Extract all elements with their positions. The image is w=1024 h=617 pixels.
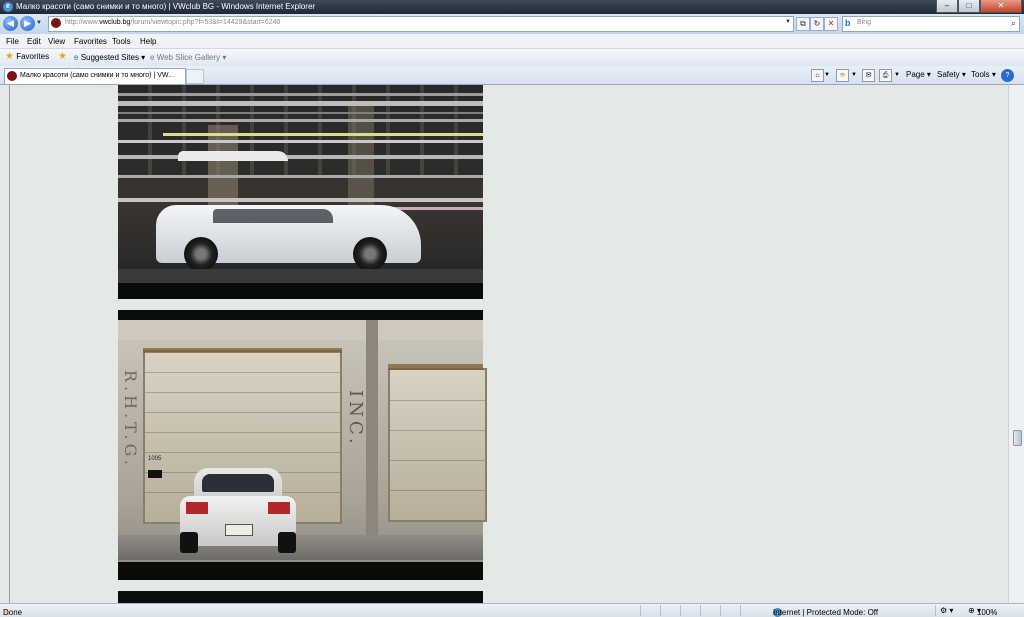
web-slice-gallery-label: Web Slice Gallery	[156, 53, 221, 62]
status-bar: ⚠ Done Internet | Protected Mode: Off ⚙ …	[0, 603, 1024, 617]
ie-site-icon: e	[74, 53, 79, 62]
ie-logo-icon: e	[3, 2, 13, 12]
back-button[interactable]: ◀	[3, 16, 18, 31]
wall-lettering-right: INC.	[345, 390, 366, 448]
tab-favicon-icon	[7, 71, 17, 81]
navigation-bar: ◀ ▶ ▼ http://www.vwclub.bg/forum/viewtop…	[0, 14, 1024, 34]
post-photo-next	[118, 591, 483, 603]
star-icon: ★	[5, 51, 14, 62]
url-domain: vwclub.bg	[99, 19, 131, 26]
menu-edit[interactable]: Edit	[27, 37, 41, 46]
home-icon[interactable]: ⌂	[811, 69, 824, 82]
safety-menu[interactable]: Safety ▾	[937, 70, 966, 79]
tools-menu-label: Tools	[971, 70, 990, 79]
scrollbar-thumb[interactable]	[1013, 430, 1022, 446]
tools-menu[interactable]: Tools ▾	[971, 70, 996, 79]
tab-active[interactable]: Малко красоти (само снимки и то много) |…	[4, 68, 186, 84]
help-icon[interactable]: ?	[1001, 69, 1014, 82]
address-bar[interactable]: http://www.vwclub.bg/forum/viewtopic.php…	[48, 16, 794, 32]
url-path: /forum/viewtopic.php?f=53&t=14429&start=…	[130, 19, 281, 26]
forward-button[interactable]: ▶	[20, 16, 35, 31]
protected-mode-icon[interactable]: ⚙ ▾	[940, 606, 953, 615]
suggested-sites-link[interactable]: e Suggested Sites ▾	[74, 53, 145, 62]
window-controls: – □ ✕	[936, 0, 1022, 13]
url-prefix: http://www.	[65, 19, 100, 26]
vertical-scrollbar[interactable]	[1008, 85, 1024, 603]
page-menu-label: Page	[906, 70, 925, 79]
post-author-column	[9, 85, 113, 603]
minimize-button[interactable]: –	[936, 0, 958, 13]
maximize-button[interactable]: □	[958, 0, 980, 13]
menu-file[interactable]: File	[6, 37, 19, 46]
home-dropdown-icon[interactable]: ▼	[824, 72, 830, 78]
address-dropdown-icon[interactable]: ▼	[785, 19, 791, 25]
close-window-button[interactable]: ✕	[980, 0, 1022, 13]
post-photo-warehouse: R.H.T.G. INC. 1005	[118, 310, 487, 580]
mailbox	[148, 470, 162, 478]
compatibility-view-icon[interactable]: ⧉	[796, 17, 810, 31]
favorites-button[interactable]: ★ Favorites	[5, 51, 49, 62]
site-favicon-icon	[51, 18, 61, 28]
print-icon[interactable]: ⎙	[879, 69, 892, 82]
tab-label: Малко красоти (само снимки и то много) |…	[20, 72, 174, 79]
menu-help[interactable]: Help	[140, 37, 156, 46]
search-box[interactable]: b Bing ⌕	[842, 16, 1020, 32]
page-content: R.H.T.G. INC. 1005	[0, 85, 1024, 603]
post-body: R.H.T.G. INC. 1005	[112, 85, 1004, 603]
ie-site-icon: e	[150, 53, 155, 62]
search-icon[interactable]: ⌕	[1011, 18, 1016, 29]
menu-tools[interactable]: Tools	[112, 37, 131, 46]
new-tab-button[interactable]	[186, 69, 204, 84]
print-dropdown-icon[interactable]: ▼	[894, 72, 900, 78]
bing-logo-icon: b	[845, 18, 851, 28]
favorites-bar: ★ Favorites ★ e Suggested Sites ▾ e Web …	[0, 49, 1024, 67]
window-titlebar: e Малко красоти (само снимки и то много)…	[0, 0, 1024, 14]
web-slice-gallery-link[interactable]: e Web Slice Gallery ▾	[150, 53, 226, 62]
car-rear-view	[180, 468, 296, 553]
tab-row: Малко красоти (само снимки и то много) |…	[0, 66, 1024, 85]
recent-pages-dropdown-icon[interactable]: ▼	[36, 20, 42, 26]
feeds-icon[interactable]: ≋	[836, 69, 849, 82]
license-plate	[225, 524, 253, 536]
search-input[interactable]: Bing	[857, 19, 871, 26]
favorites-label: Favorites	[16, 52, 50, 61]
menu-bar: File Edit View Favorites Tools Help	[0, 34, 1024, 49]
menu-favorites[interactable]: Favorites	[74, 37, 107, 46]
window-title: Малко красоти (само снимки и то много) |…	[16, 2, 316, 11]
url-text[interactable]: http://www.vwclub.bg/forum/viewtopic.php…	[65, 19, 280, 26]
feeds-dropdown-icon[interactable]: ▼	[851, 72, 857, 78]
refresh-icon[interactable]: ↻	[810, 17, 824, 31]
post-photo-cabrio	[118, 85, 483, 299]
mail-icon[interactable]: ✉	[862, 69, 875, 82]
add-to-favorites-bar-icon[interactable]: ★	[58, 51, 67, 62]
wall-lettering-left: R.H.T.G.	[121, 370, 140, 469]
garage-door-right	[388, 368, 487, 522]
safety-menu-label: Safety	[937, 70, 960, 79]
menu-view[interactable]: View	[48, 37, 65, 46]
building-number: 1005	[148, 456, 162, 462]
stop-icon[interactable]: ✕	[824, 17, 838, 31]
suggested-sites-label: Suggested Sites	[80, 53, 139, 62]
page-menu[interactable]: Page ▾	[906, 70, 931, 79]
zoom-control[interactable]: ⊕ 100% ▾	[968, 606, 997, 617]
